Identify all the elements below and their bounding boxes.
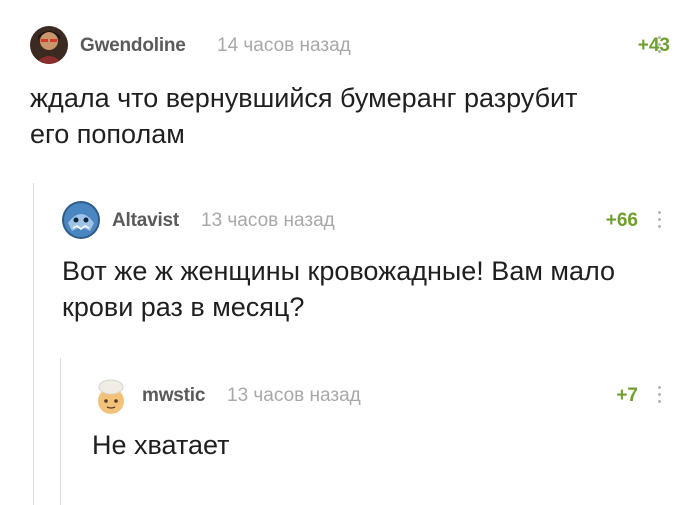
user-avatar[interactable] [62, 201, 100, 239]
user-avatar[interactable] [92, 376, 130, 414]
comment: Gwendoline 14 часов назад +43 ждала что … [30, 24, 670, 164]
comment-reply: mwstic 13 часов назад +7 Не хватает [92, 374, 670, 474]
comment-text-line: Вот же ж женщины кровожадные! Вам мало [62, 256, 616, 286]
thread-line-level-1 [33, 183, 34, 505]
comment-author[interactable]: Altavist [112, 210, 179, 232]
more-options-icon[interactable] [654, 382, 664, 408]
comment-text-line: его пополам [30, 119, 185, 149]
user-avatar[interactable] [30, 26, 68, 64]
comment-text-line: крови раз в месяц? [62, 292, 305, 322]
more-options-icon[interactable] [654, 32, 664, 58]
comment-text: Не хватает [92, 427, 230, 463]
comment-time[interactable]: 13 часов назад [201, 210, 335, 232]
comment-time[interactable]: 13 часов назад [227, 385, 361, 407]
comment-header: mwstic 13 часов назад +7 [92, 374, 670, 414]
more-options-icon[interactable] [654, 207, 664, 233]
comment-text: ждала что вернувшийся бумеранг разрубит … [30, 80, 578, 152]
comment-time[interactable]: 14 часов назад [217, 35, 351, 57]
comment-text-line: Не хватает [92, 430, 230, 460]
comment-header: Gwendoline 14 часов назад +43 [30, 24, 670, 64]
comment-header: Altavist 13 часов назад +66 [62, 199, 670, 239]
comment-author[interactable]: mwstic [142, 385, 205, 407]
comment-reply: Altavist 13 часов назад +66 Вот же ж жен… [62, 199, 670, 339]
thread-line-level-2 [60, 358, 61, 505]
comment-text-line: ждала что вернувшийся бумеранг разрубит [30, 83, 578, 113]
comment-rating: +7 [616, 385, 638, 406]
comment-author[interactable]: Gwendoline [80, 35, 186, 57]
comment-text: Вот же ж женщины кровожадные! Вам мало к… [62, 253, 615, 325]
comment-rating: +66 [605, 210, 638, 231]
